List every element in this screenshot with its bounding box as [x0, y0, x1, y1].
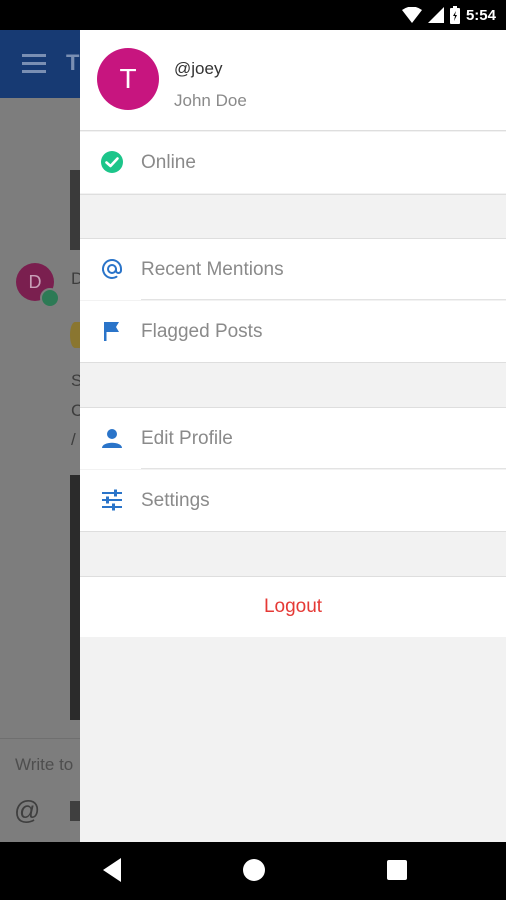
recents-icon[interactable] [386, 856, 408, 889]
recent-mentions-item[interactable]: Recent Mentions [80, 239, 506, 300]
message-fragment: / [71, 430, 76, 449]
back-icon[interactable] [101, 856, 123, 889]
signal-icon [427, 7, 444, 23]
settings-drawer: T @joey John Doe Online Recent Mentions … [80, 30, 506, 842]
username: @joey [174, 59, 223, 78]
header-title-fragment: T [66, 50, 80, 75]
home-icon[interactable] [242, 856, 266, 889]
edit-profile-item[interactable]: Edit Profile [80, 408, 506, 469]
divider [80, 194, 506, 195]
battery-icon [449, 6, 460, 24]
status-icons: 5:54 [401, 0, 496, 30]
avatar[interactable]: T [97, 48, 159, 110]
drawer-header[interactable]: T @joey John Doe [80, 30, 506, 131]
recent-mentions-label: Recent Mentions [141, 259, 284, 280]
clock-time: 5:54 [465, 6, 496, 24]
edit-profile-label: Edit Profile [141, 428, 233, 449]
logout-button[interactable]: Logout [80, 576, 506, 637]
check-circle-icon [100, 150, 124, 174]
menu-icon[interactable] [22, 54, 46, 74]
image-fragment [70, 475, 80, 720]
sliders-icon [100, 488, 124, 512]
attachment-icon [70, 801, 80, 821]
composer-placeholder: Write to [15, 755, 74, 774]
flagged-posts-item[interactable]: Flagged Posts [80, 301, 506, 362]
status-online-item[interactable]: Online [80, 132, 506, 193]
settings-item[interactable]: Settings [80, 470, 506, 531]
emoji-fragment [70, 322, 80, 348]
status-label: Online [141, 152, 196, 173]
settings-label: Settings [141, 490, 210, 511]
full-name: John Doe [174, 91, 247, 110]
flag-icon [100, 319, 124, 343]
wifi-icon [401, 7, 422, 23]
person-icon [100, 426, 124, 450]
divider [80, 531, 506, 532]
status-bar: 5:54 [0, 0, 506, 30]
divider [141, 468, 506, 469]
navigation-bar [0, 842, 506, 900]
online-indicator [40, 288, 60, 308]
image-fragment [70, 170, 80, 250]
at-icon [100, 257, 124, 281]
divider [141, 299, 506, 300]
divider [80, 362, 506, 363]
flagged-posts-label: Flagged Posts [141, 321, 263, 342]
at-icon: @ [14, 795, 41, 825]
